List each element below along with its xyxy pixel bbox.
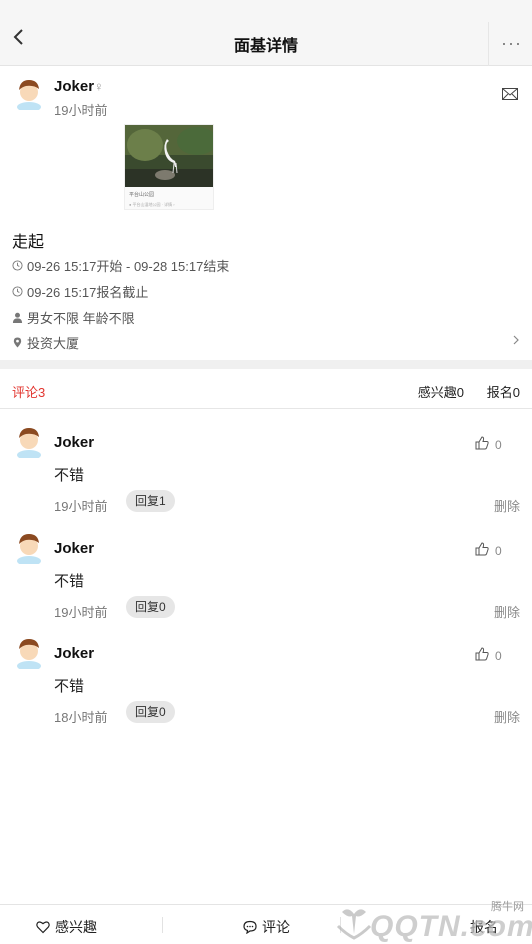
page-title: 面基详情 (233, 38, 298, 55)
comment-item: Joker 不错 19小时前 回复1 0 删除 (0, 424, 532, 530)
top-navbar: 面基详情 ··· (0, 0, 532, 66)
clock-icon (12, 260, 23, 271)
delete-button[interactable]: 删除 (494, 707, 520, 726)
mail-icon[interactable] (502, 88, 518, 100)
bottom-action-bar: 感兴趣 评论 报名 (0, 904, 532, 944)
requirements-row: 男女不限 年龄不限 (12, 308, 135, 327)
more-button[interactable]: ··· (488, 22, 532, 66)
like-count: 0 (495, 544, 502, 558)
comment-tabs: 评论3 感兴趣0 报名0 (0, 369, 532, 409)
comment-time: 18小时前 (54, 710, 108, 725)
avatar[interactable] (14, 424, 44, 458)
like-count: 0 (495, 649, 502, 663)
deadline-row: 09-26 15:17报名截止 (12, 282, 148, 301)
post-time: 19小时前 (54, 103, 108, 118)
comment-time: 19小时前 (54, 605, 108, 620)
thumbs-up-icon[interactable] (475, 647, 489, 661)
comment-text: 不错 (54, 678, 85, 695)
start-end-row: 09-26 15:17开始 - 09-28 15:17结束 (12, 256, 229, 275)
avatar[interactable] (14, 635, 44, 669)
comment-time: 19小时前 (54, 499, 108, 514)
comment-button[interactable]: 评论 (243, 917, 290, 937)
post-image[interactable]: 平台山公园 ● 平台山湿地公园 · 详情 › (124, 124, 214, 210)
thumbs-up-icon[interactable] (475, 436, 489, 450)
interest-button[interactable]: 感兴趣 (36, 917, 97, 937)
comment-label: 评论 (262, 919, 290, 935)
author-name[interactable]: Joker♀ (54, 78, 104, 95)
avatar[interactable] (14, 76, 44, 110)
image-footer: ● 平台山湿地公园 · 详情 › (129, 202, 175, 207)
chevron-right-icon[interactable] (512, 334, 520, 346)
egret-photo (125, 125, 213, 187)
deadline-text: 09-26 15:17报名截止 (27, 285, 149, 300)
tab-signed-up[interactable]: 报名0 (487, 382, 520, 401)
comment-author[interactable]: Joker (54, 645, 94, 662)
image-caption: 平台山公园 (129, 192, 155, 198)
author-name-text: Joker (54, 78, 95, 95)
reply-button[interactable]: 回复0 (126, 701, 175, 723)
avatar[interactable] (14, 530, 44, 564)
thumbs-up-icon[interactable] (475, 542, 489, 556)
comment-text: 不错 (54, 467, 85, 484)
location-text: 投资大厦 (27, 336, 80, 351)
heart-icon (36, 921, 50, 934)
comment-bubble-icon (243, 920, 257, 934)
start-end-text: 09-26 15:17开始 - 09-28 15:17结束 (27, 259, 230, 274)
location-row[interactable]: 投资大厦 (12, 333, 79, 352)
tab-interested[interactable]: 感兴趣0 (418, 382, 464, 401)
post-detail: Joker♀ 19小时前 平台山公园 ● 平台山湿地公园 · 详情 › 走起 0… (0, 66, 532, 360)
location-pin-icon (13, 337, 22, 348)
signup-label: 报名 (470, 919, 498, 935)
section-divider (0, 360, 532, 369)
comment-author[interactable]: Joker (54, 434, 94, 451)
bottom-divider (162, 917, 163, 933)
reply-button[interactable]: 回复1 (126, 490, 175, 512)
delete-button[interactable]: 删除 (494, 496, 520, 515)
comment-text: 不错 (54, 573, 85, 590)
person-icon (12, 312, 23, 323)
gender-icon: ♀ (94, 79, 104, 94)
signup-button[interactable]: 报名 (470, 917, 498, 937)
like-count: 0 (495, 438, 502, 452)
tab-comments[interactable]: 评论3 (12, 382, 45, 401)
more-icon: ··· (501, 33, 522, 53)
interest-label: 感兴趣 (55, 919, 97, 935)
comment-author[interactable]: Joker (54, 540, 94, 557)
clock-icon (12, 286, 23, 297)
reply-button[interactable]: 回复0 (126, 596, 175, 618)
requirements-text: 男女不限 年龄不限 (27, 311, 135, 326)
post-title: 走起 (12, 234, 45, 251)
comment-item: Joker 不错 18小时前 回复0 0 删除 (0, 635, 532, 741)
comment-item: Joker 不错 19小时前 回复0 0 删除 (0, 530, 532, 636)
delete-button[interactable]: 删除 (494, 602, 520, 621)
bottom-divider (340, 917, 341, 933)
